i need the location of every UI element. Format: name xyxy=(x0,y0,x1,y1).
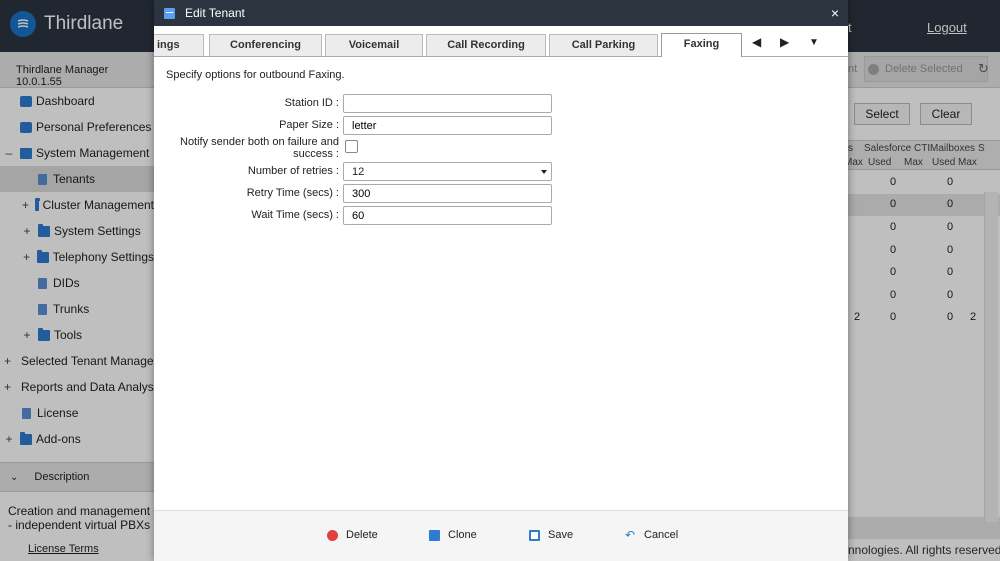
delete-button[interactable]: Delete xyxy=(327,529,378,541)
tab-strip: ings Conferencing Voicemail Call Recordi… xyxy=(154,33,848,57)
tab-faxing[interactable]: Faxing xyxy=(661,33,742,57)
close-icon[interactable]: × xyxy=(831,5,839,21)
notify-label-line: success : xyxy=(293,148,339,160)
tab-menu-icon[interactable]: ▼ xyxy=(809,37,819,48)
window-icon xyxy=(164,7,175,19)
retries-label: Number of retries : xyxy=(247,165,339,177)
save-button[interactable]: Save xyxy=(529,529,573,541)
retries-value: 12 xyxy=(352,166,365,178)
retry-time-field[interactable] xyxy=(343,184,552,203)
tab-call-parking[interactable]: Call Parking xyxy=(549,34,658,56)
tab-description: Specify options for outbound Faxing. xyxy=(166,69,345,81)
station-id-label: Station ID : xyxy=(284,97,339,109)
undo-icon: ↶ xyxy=(625,527,636,542)
save-icon xyxy=(529,529,540,541)
wait-time-label: Wait Time (secs) : xyxy=(251,209,339,221)
tab-conferencing[interactable]: Conferencing xyxy=(209,34,322,56)
tab-prev-icon[interactable]: ◀ xyxy=(752,35,761,49)
dropdown-caret-icon xyxy=(541,170,547,174)
cancel-label: Cancel xyxy=(644,529,679,541)
delete-icon xyxy=(327,529,338,541)
tab-settings[interactable]: ings xyxy=(154,34,204,56)
notify-label-line: Notify sender both on failure and xyxy=(180,136,339,148)
paper-size-field[interactable] xyxy=(343,116,552,135)
paper-size-label: Paper Size : xyxy=(279,119,339,131)
tab-next-icon[interactable]: ▶ xyxy=(780,35,789,49)
save-label: Save xyxy=(548,529,574,541)
dialog-title: Edit Tenant xyxy=(185,6,245,20)
cancel-button[interactable]: ↶ Cancel xyxy=(625,527,679,542)
wait-time-field[interactable] xyxy=(343,206,552,225)
dialog-footer: Delete Clone Save ↶ Cancel xyxy=(154,510,848,561)
delete-label: Delete xyxy=(346,529,378,541)
clone-label: Clone xyxy=(448,529,477,541)
tab-call-recording[interactable]: Call Recording xyxy=(426,34,546,56)
notify-label: Notify sender both on failure and succes… xyxy=(154,136,339,160)
tab-voicemail[interactable]: Voicemail xyxy=(325,34,423,56)
notify-checkbox[interactable] xyxy=(345,140,358,153)
dialog-title-bar: Edit Tenant × xyxy=(154,0,848,26)
clone-icon xyxy=(429,529,440,541)
retry-time-label: Retry Time (secs) : xyxy=(246,187,339,199)
retries-select[interactable]: 12 xyxy=(343,162,552,181)
station-id-field[interactable] xyxy=(343,94,552,113)
edit-tenant-dialog: Edit Tenant × ings Conferencing Voicemai… xyxy=(154,0,848,561)
clone-button[interactable]: Clone xyxy=(429,529,477,541)
